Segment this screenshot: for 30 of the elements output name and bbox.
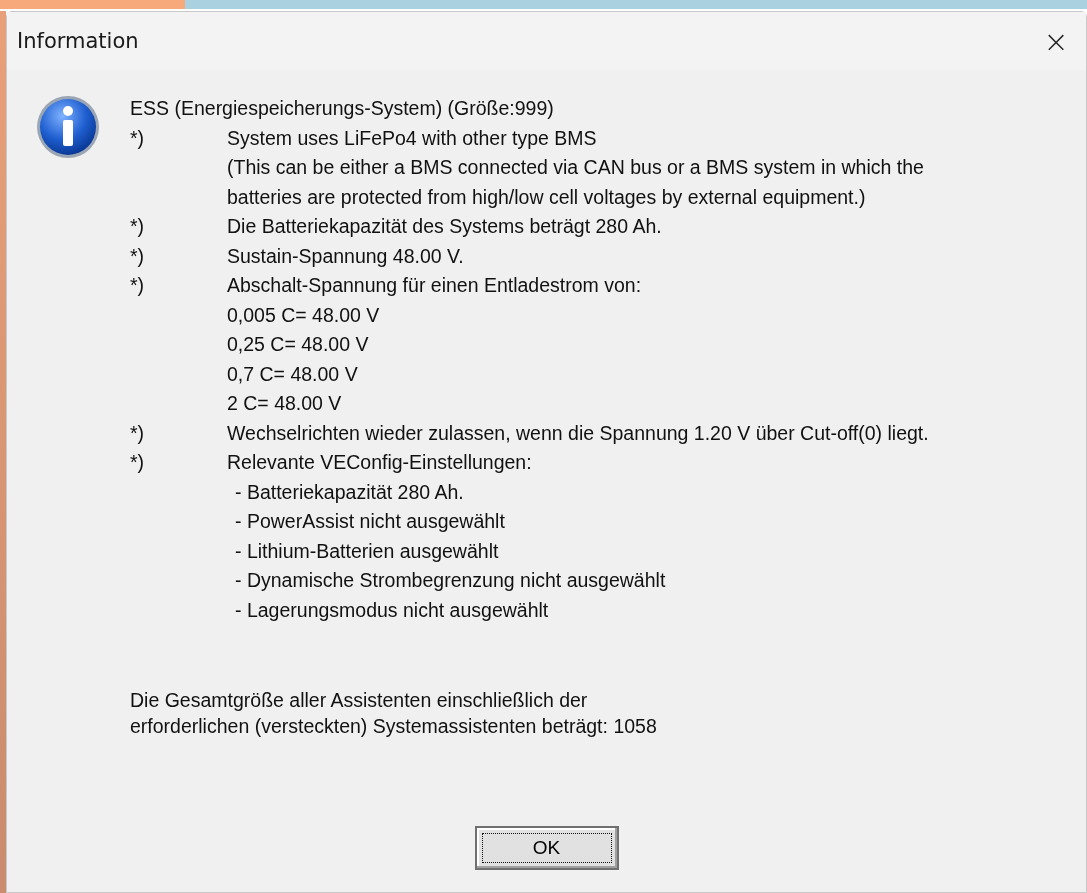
message-line: Abschalt-Spannung für einen Entladestrom von: [227, 273, 642, 298]
setting-line: - Batteriekapazität 280 Ah. [234, 479, 465, 505]
ok-button[interactable]: OK [474, 826, 619, 870]
setting-line: - PowerAssist nicht ausgewählt [234, 509, 506, 534]
message-line: Die Batteriekapazität des Systems beträgt 280 Ah. [227, 214, 662, 239]
bullet-marker: *) [130, 273, 146, 298]
message-line: 2 C= 48.00 V [227, 391, 343, 416]
summary-line: Die Gesamtgröße aller Assistenten einschließlich der [130, 688, 589, 713]
message-heading: ESS (Energiespeicherungs-System) (Größe:999) [130, 96, 555, 121]
message-line: 0,005 C= 48.00 V [227, 302, 381, 328]
setting-line: - Dynamische Strombegrenzung nicht ausgewählt [234, 568, 666, 593]
window-title: Information [17, 29, 139, 53]
bullet-marker: *) [130, 243, 146, 269]
message-line: System uses LiFePo4 with other type BMS [227, 125, 598, 151]
message-line: batteries are protected from high/low cell voltages by external equipment.) [227, 184, 867, 210]
message-line: Sustain-Spannung 48.00 V. [227, 243, 464, 269]
setting-line: - Lagerungsmodus nicht ausgewählt [234, 597, 550, 623]
close-button[interactable]: × [1026, 16, 1086, 66]
bullet-marker: *) [130, 420, 146, 446]
message-line: (This can be either a BMS connected via CAN bus or a BMS system in which the [227, 155, 924, 180]
bullet-marker: *) [130, 450, 146, 475]
message-line: Relevante VEConfig-Einstellungen: [227, 450, 533, 475]
info-icon [36, 94, 100, 160]
summary-line: erforderlichen (versteckten) Systemassistenten beträgt: 1058 [130, 714, 658, 739]
message-line: 0,7 C= 48.00 V [227, 361, 359, 387]
bullet-marker: *) [130, 214, 146, 239]
setting-line: - Lithium-Batterien ausgewählt [234, 538, 500, 564]
bullet-marker: *) [130, 125, 146, 151]
message-line: Wechselrichten wieder zulassen, wenn die Spannung 1.20 V über Cut-off(0) liegt. [227, 420, 929, 446]
message-line: 0,25 C= 48.00 V [227, 332, 370, 357]
